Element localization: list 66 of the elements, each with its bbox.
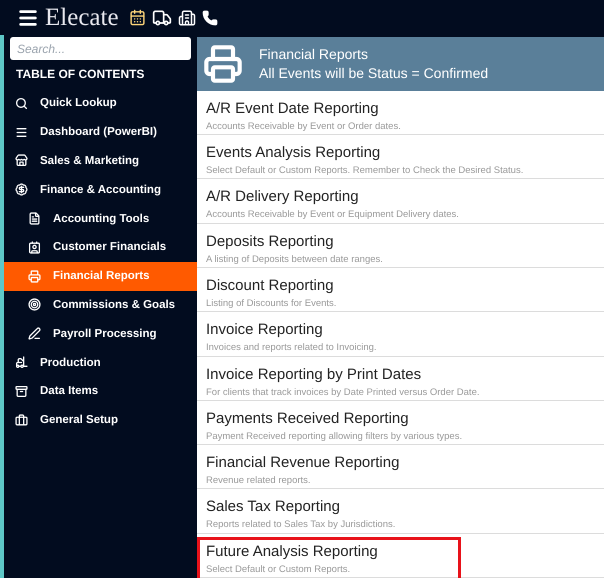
sidebar-item[interactable]: Dashboard (PowerBI)	[4, 118, 197, 147]
report-description: Accounts Receivable by Event or Equipment Delivery dates.	[206, 209, 459, 220]
truck-icon[interactable]	[152, 8, 172, 28]
report-title[interactable]: Invoice Reporting	[206, 321, 377, 338]
report-title[interactable]: Events Analysis Reporting	[206, 144, 524, 162]
toolbox-icon	[15, 414, 28, 427]
report-item[interactable]: Deposits Reporting A listing of Deposits between date ranges.	[197, 226, 386, 271]
sidebar-item[interactable]: Data Items	[4, 376, 197, 406]
report-item[interactable]: Sales Tax Reporting Reports related to Sales Tax by Jurisdictions.	[197, 492, 398, 536]
sidebar-item[interactable]: Finance & Accounting	[4, 175, 197, 204]
report-description: For clients that track invoices by Date Printed versus Order Date.	[206, 386, 480, 398]
forklift-icon	[15, 356, 28, 370]
report-item[interactable]: A/R Event Date Reporting Accounts Receivable by Event or Order dates.	[197, 94, 404, 138]
report-item[interactable]: Financial Revenue Reporting Revenue related reports.	[197, 448, 402, 492]
report-item[interactable]: Invoice Reporting by Print Dates For clients that track invoices by Date Printed versus Order Date.	[197, 360, 482, 404]
report-title[interactable]: Future Analysis Reporting	[206, 542, 378, 560]
report-item[interactable]: Events Analysis Reporting Select Default or Custom Reports. Remember to Check the Desired Status.	[197, 138, 526, 182]
phone-icon[interactable]	[202, 10, 218, 26]
sidebar-heading: TABLE OF CONTENTS	[16, 67, 146, 81]
printer-icon	[203, 44, 243, 84]
pen-icon	[28, 327, 41, 340]
report-title[interactable]: A/R Event Date Reporting	[206, 100, 401, 117]
report-title[interactable]: Deposits Reporting	[206, 232, 383, 250]
report-description: Payment Received reporting allowing filters by various types.	[206, 430, 462, 442]
sidebar-item[interactable]: Sales & Marketing	[4, 146, 197, 176]
search-icon	[15, 96, 28, 110]
report-title[interactable]: Payments Received Reporting	[206, 410, 462, 427]
sidebar-item[interactable]: Payroll Processing	[4, 319, 197, 348]
report-description: Invoices and reports related to Invoicing.	[206, 342, 377, 354]
header-subtitle: All Events will be Status = Confirmed	[259, 65, 488, 82]
sidebar-item[interactable]: Production	[4, 348, 197, 377]
report-item[interactable]: A/R Delivery Reporting Accounts Receivable by Event or Equipment Delivery dates.	[197, 182, 462, 226]
sidebar-item[interactable]: General Setup	[4, 406, 197, 435]
sidebar-item[interactable]: Accounting Tools	[4, 204, 197, 233]
report-title[interactable]: Invoice Reporting by Print Dates	[206, 366, 480, 383]
brand-logo: Elecate	[45, 4, 119, 32]
report-item[interactable]: Payments Received Reporting Payment Received reporting allowing filters by various types.	[197, 404, 466, 448]
printer-icon	[28, 270, 41, 283]
report-description: Listing of Discounts for Events.	[206, 298, 336, 309]
search-field[interactable]: Search...	[10, 37, 191, 60]
target-icon	[28, 298, 41, 312]
sidebar-item[interactable]: Customer Financials	[4, 232, 197, 262]
report-description: Reports related to Sales Tax by Jurisdictions.	[206, 519, 396, 530]
calendar-icon[interactable]	[128, 9, 146, 26]
report-title[interactable]: A/R Delivery Reporting	[206, 188, 459, 206]
building-icon[interactable]	[178, 8, 196, 26]
report-title[interactable]: Discount Reporting	[206, 276, 336, 294]
report-description: A listing of Deposits between date ranges.	[206, 254, 383, 265]
document-icon	[28, 212, 41, 226]
menu-icon	[15, 126, 28, 139]
sidebar-item[interactable]: Commissions & Goals	[4, 290, 197, 320]
report-description: Accounts Receivable by Event or Order dates.	[206, 120, 401, 132]
report-item[interactable]: Discount Reporting Listing of Discounts for Events.	[197, 270, 340, 315]
store-icon	[15, 154, 28, 168]
dollar-icon	[15, 183, 28, 196]
header-title: Financial Reports	[259, 46, 369, 62]
report-item[interactable]: Invoice Reporting Invoices and reports related to Invoicing.	[197, 315, 380, 360]
contact-card-icon	[28, 240, 41, 254]
cabinet-icon	[15, 384, 28, 398]
report-description: Select Default or Custom Reports. Remember to Check the Desired Status.	[206, 165, 524, 176]
highlight-frame[interactable]: Future Analysis Reporting Select Default or Custom Reports.	[197, 536, 461, 578]
report-description: Select Default or Custom Reports.	[206, 564, 352, 575]
report-title[interactable]: Sales Tax Reporting	[206, 498, 396, 516]
report-title[interactable]: Financial Revenue Reporting	[206, 454, 400, 472]
report-description: Revenue related reports.	[206, 475, 312, 486]
sidebar-item[interactable]: Quick Lookup	[4, 89, 197, 118]
